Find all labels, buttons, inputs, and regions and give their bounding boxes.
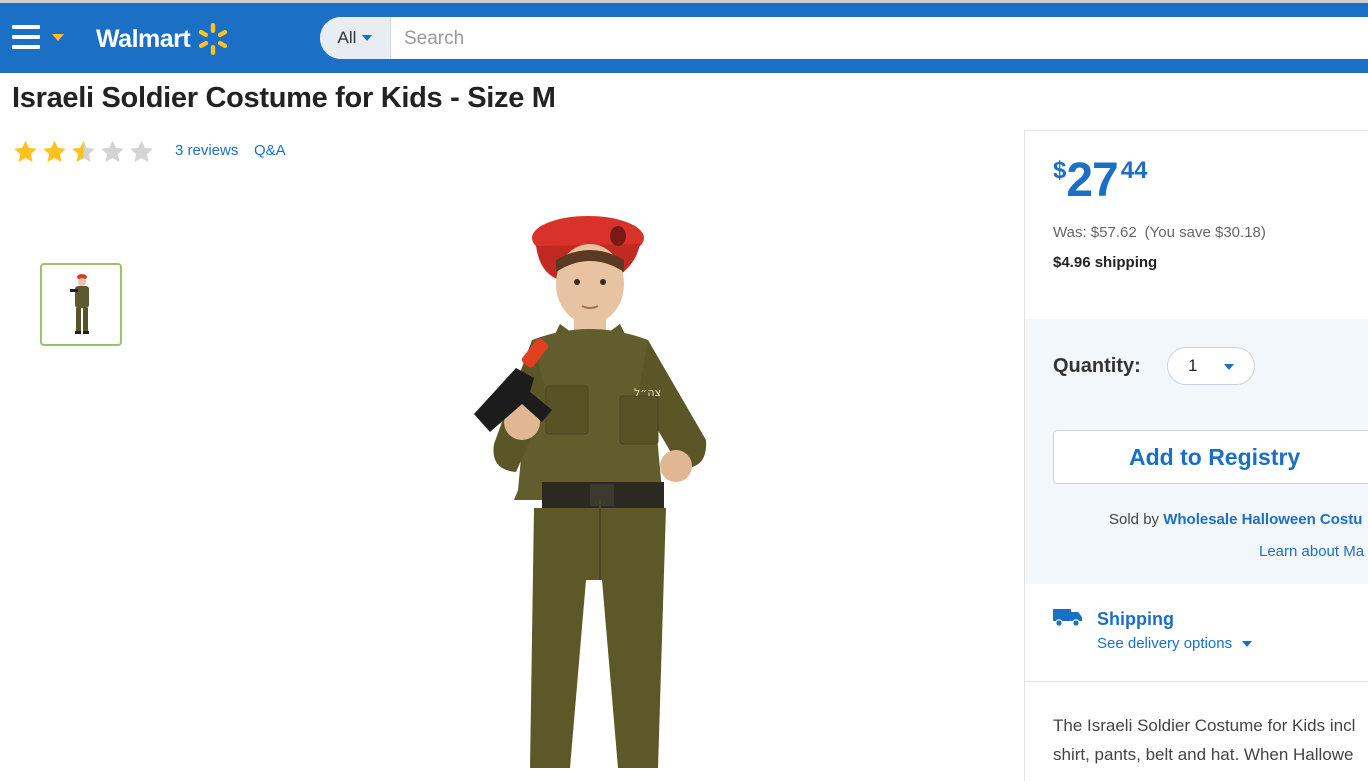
star-half-icon	[72, 140, 95, 162]
search-department-dropdown[interactable]: All	[320, 17, 391, 59]
sold-by: Sold by Wholesale Halloween Costu	[1109, 511, 1362, 528]
star-empty-icon	[130, 140, 153, 162]
delivery-options-link[interactable]: See delivery options	[1097, 635, 1253, 652]
product-description: The Israeli Soldier Costume for Kids inc…	[1053, 711, 1368, 769]
menu-caret-icon[interactable]	[52, 34, 64, 41]
was-price-label: Was: $57.62	[1053, 224, 1137, 241]
star-filled-icon	[43, 140, 66, 162]
product-title: Israeli Soldier Costume for Kids - Size …	[12, 82, 556, 114]
qa-link[interactable]: Q&A	[254, 142, 286, 159]
thumbnail-image	[70, 274, 89, 334]
star-empty-icon	[101, 140, 124, 162]
was-price: Was: $57.62 (You save $30.18)	[1053, 224, 1266, 241]
delivery-options-label: See delivery options	[1097, 635, 1233, 652]
price: $ 27 44	[1053, 153, 1147, 209]
truck-icon	[1053, 609, 1082, 627]
walmart-logo[interactable]: Walmart	[96, 21, 230, 57]
logo-text: Walmart	[96, 24, 191, 53]
price-cents: 44	[1120, 157, 1148, 184]
product-main-image[interactable]: צה״ל	[450, 200, 730, 768]
chevron-down-icon	[1224, 364, 1234, 370]
svg-text:צה״ל: צה״ל	[634, 386, 661, 399]
chevron-down-icon	[362, 35, 373, 41]
quantity-value: 1	[1188, 356, 1198, 375]
price-dollars: 27	[1066, 154, 1118, 207]
department-label: All	[337, 28, 357, 47]
star-filled-icon	[14, 140, 37, 162]
seller-link[interactable]: Wholesale Halloween Costu	[1163, 511, 1362, 528]
hamburger-menu-icon[interactable]	[12, 25, 40, 49]
buy-panel: $ 27 44 Was: $57.62 (You save $30.18) $4.…	[1024, 130, 1368, 781]
price-currency: $	[1053, 157, 1067, 184]
star-rating[interactable]	[12, 139, 157, 165]
learn-more-link[interactable]: Learn about Ma	[1259, 543, 1364, 560]
add-to-registry-button[interactable]: Add to Registry	[1053, 430, 1368, 484]
search-bar: All	[320, 17, 1368, 59]
walmart-spark-icon	[199, 23, 228, 55]
savings-label: (You save $30.18)	[1144, 224, 1266, 241]
quantity-label: Quantity:	[1053, 355, 1141, 377]
shipping-cost: $4.96 shipping	[1053, 254, 1158, 271]
reviews-link[interactable]: 3 reviews	[175, 142, 238, 159]
description-line: The Israeli Soldier Costume for Kids inc…	[1053, 716, 1356, 735]
quantity-select[interactable]: 1	[1167, 347, 1255, 385]
description-line: shirt, pants, belt and hat. When Hallowe	[1053, 745, 1354, 764]
search-input[interactable]	[402, 17, 1366, 59]
sold-by-label: Sold by	[1109, 511, 1160, 528]
chevron-down-icon	[1242, 640, 1253, 647]
shipping-title[interactable]: Shipping	[1097, 609, 1174, 630]
header-bar: Walmart All	[0, 0, 1368, 73]
add-to-cart-box: Quantity: 1 Add to Registry Sold by Whol…	[1025, 319, 1368, 584]
product-thumbnail[interactable]	[40, 263, 122, 346]
divider	[1025, 681, 1368, 682]
